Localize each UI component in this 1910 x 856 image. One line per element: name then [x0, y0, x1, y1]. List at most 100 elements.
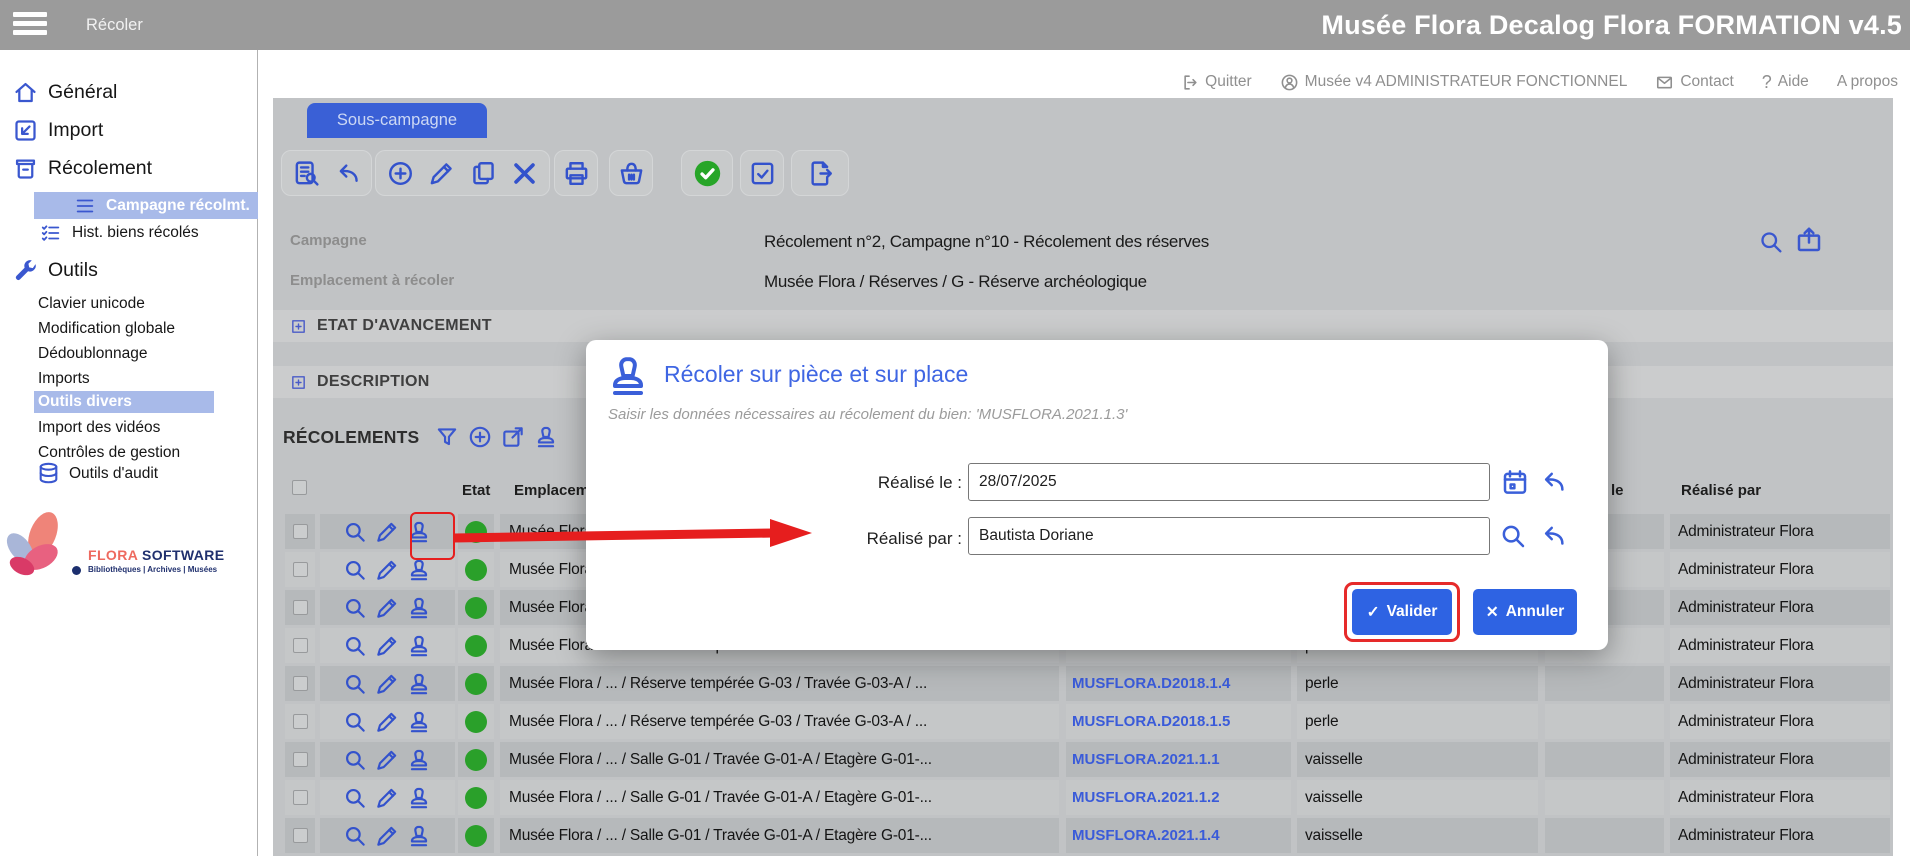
filter-funnel-icon[interactable] — [434, 424, 460, 450]
sidebar-item-label: Outils — [48, 259, 98, 282]
cell-realise-par: Administrateur Flora — [1670, 818, 1890, 853]
sidebar-item-hist-biens-r-col-s[interactable]: Hist. biens récolés — [0, 219, 257, 246]
stamp-icon[interactable] — [533, 424, 559, 450]
inventory-number-link[interactable]: MUSFLORA.D2018.1.5 — [1072, 713, 1230, 730]
view-magnifier-icon[interactable] — [342, 519, 368, 545]
row-checkbox[interactable] — [293, 714, 308, 729]
row-checkbox[interactable] — [293, 638, 308, 653]
realise-par-input[interactable] — [968, 517, 1490, 555]
sidebar-item-clavier-unicode[interactable]: Clavier unicode — [0, 291, 257, 316]
edit-pencil-icon[interactable] — [374, 595, 400, 621]
utility-link-aide[interactable]: ?Aide — [1762, 72, 1809, 93]
export-button[interactable] — [803, 156, 837, 190]
list-search-button[interactable] — [289, 156, 323, 190]
flora-software-logo: FLORA SOFTWARE Bibliothèques | Archives … — [0, 505, 258, 595]
inventory-number-link[interactable]: MUSFLORA.2021.1.2 — [1072, 789, 1220, 806]
inventory-number-link[interactable]: MUSFLORA.2021.1.4 — [1072, 827, 1220, 844]
view-magnifier-icon[interactable] — [342, 709, 368, 735]
sidebar-item-imports[interactable]: Imports — [0, 366, 257, 391]
view-magnifier-icon[interactable] — [342, 633, 368, 659]
annuler-button[interactable]: ✕ Annuler — [1473, 589, 1577, 635]
row-checkbox[interactable] — [293, 524, 308, 539]
utility-link-mus-e-v4-administrateur-fonctionnel[interactable]: Musée v4 ADMINISTRATEUR FONCTIONNEL — [1280, 73, 1628, 92]
edit-pencil-icon[interactable] — [374, 823, 400, 849]
view-magnifier-icon[interactable] — [342, 671, 368, 697]
copy-button[interactable] — [466, 156, 500, 190]
recoler-stamp-icon[interactable] — [406, 709, 432, 735]
sidebar-item-modification-globale[interactable]: Modification globale — [0, 316, 257, 341]
sidebar-item-outils[interactable]: Outils — [0, 252, 257, 288]
select-all-checkbox[interactable] — [292, 480, 307, 495]
row-checkbox[interactable] — [293, 828, 308, 843]
recoler-stamp-icon[interactable] — [406, 633, 432, 659]
stamp-icon — [604, 352, 652, 400]
undo-icon[interactable] — [1538, 521, 1568, 551]
row-checkbox[interactable] — [293, 676, 308, 691]
undo-icon[interactable] — [1538, 467, 1568, 497]
search-icon[interactable] — [1498, 521, 1528, 551]
row-checkbox[interactable] — [293, 562, 308, 577]
view-magnifier-icon[interactable] — [342, 595, 368, 621]
edit-pencil-icon[interactable] — [374, 709, 400, 735]
sidebar-item-g-n-ral[interactable]: Général — [0, 74, 257, 110]
section-etat-avancement[interactable]: ETAT D'AVANCEMENT — [273, 310, 1893, 342]
expand-plus-icon[interactable] — [290, 318, 307, 335]
external-link-icon[interactable] — [500, 424, 526, 450]
sidebar-item-outils-d-audit[interactable]: Outils d'audit — [0, 460, 257, 487]
edit-pencil-icon[interactable] — [374, 671, 400, 697]
col-header-etat: Etat — [462, 482, 490, 499]
basket-button[interactable] — [614, 156, 648, 190]
edit-pencil-icon[interactable] — [374, 747, 400, 773]
edit-pencil-icon[interactable] — [374, 557, 400, 583]
hamburger-menu-icon[interactable] — [13, 12, 47, 39]
row-checkbox[interactable] — [293, 600, 308, 615]
import-icon — [12, 117, 39, 144]
sidebar-item-campagne-r-colmt-[interactable]: Campagne récolmt. — [34, 192, 258, 219]
checkbox-button[interactable] — [745, 156, 779, 190]
recoler-stamp-icon[interactable] — [406, 557, 432, 583]
sidebar-item-import-des-vid-os[interactable]: Import des vidéos — [0, 415, 257, 440]
copy-icon — [469, 159, 498, 188]
recoler-stamp-icon[interactable] — [406, 823, 432, 849]
sidebar-item-outils-divers[interactable]: Outils divers — [34, 391, 214, 413]
edit-pencil-icon[interactable] — [374, 519, 400, 545]
recoler-stamp-icon[interactable] — [406, 519, 432, 545]
recoler-stamp-icon[interactable] — [406, 671, 432, 697]
row-checkbox[interactable] — [293, 752, 308, 767]
row-checkbox[interactable] — [293, 790, 308, 805]
inventory-number-link[interactable]: MUSFLORA.2021.1.1 — [1072, 751, 1220, 768]
sidebar-item-label: Hist. biens récolés — [72, 224, 199, 242]
sidebar-item-d-doublonnage[interactable]: Dédoublonnage — [0, 341, 257, 366]
view-magnifier-icon[interactable] — [342, 785, 368, 811]
validate-green-button[interactable] — [690, 156, 724, 190]
edit-button[interactable] — [425, 156, 459, 190]
search-icon[interactable] — [1757, 228, 1785, 256]
add-button[interactable] — [383, 156, 417, 190]
print-button[interactable] — [559, 156, 593, 190]
utility-link-contact[interactable]: Contact — [1655, 73, 1733, 92]
realise-le-input[interactable] — [968, 463, 1490, 501]
recoler-stamp-icon[interactable] — [406, 785, 432, 811]
recoler-stamp-icon[interactable] — [406, 747, 432, 773]
view-magnifier-icon[interactable] — [342, 823, 368, 849]
table-row: Musée Flora / ... / Réserve tempérée G-0… — [273, 704, 1893, 742]
edit-pencil-icon[interactable] — [374, 633, 400, 659]
valider-button[interactable]: ✓ Valider — [1352, 589, 1452, 635]
undo-button[interactable] — [330, 156, 364, 190]
edit-pencil-icon[interactable] — [374, 785, 400, 811]
sidebar-item-import[interactable]: Import — [0, 112, 257, 148]
inventory-number-link[interactable]: MUSFLORA.D2018.1.4 — [1072, 675, 1230, 692]
sidebar-item-r-colement[interactable]: Récolement — [0, 150, 257, 186]
open-panel-icon[interactable] — [1794, 225, 1824, 255]
view-magnifier-icon[interactable] — [342, 747, 368, 773]
calendar-icon[interactable] — [1500, 467, 1530, 497]
utility-link-a-propos[interactable]: A propos — [1837, 73, 1898, 91]
add-icon[interactable] — [467, 424, 493, 450]
delete-button[interactable] — [508, 156, 542, 190]
tab-sous-campagne[interactable]: Sous-campagne — [307, 103, 487, 138]
cell-emplacement: Musée Flora / ... / Salle G-01 / Travée … — [500, 780, 1059, 815]
recoler-stamp-icon[interactable] — [406, 595, 432, 621]
expand-plus-icon[interactable] — [290, 374, 307, 391]
view-magnifier-icon[interactable] — [342, 557, 368, 583]
utility-link-quitter[interactable]: Quitter — [1180, 73, 1252, 92]
